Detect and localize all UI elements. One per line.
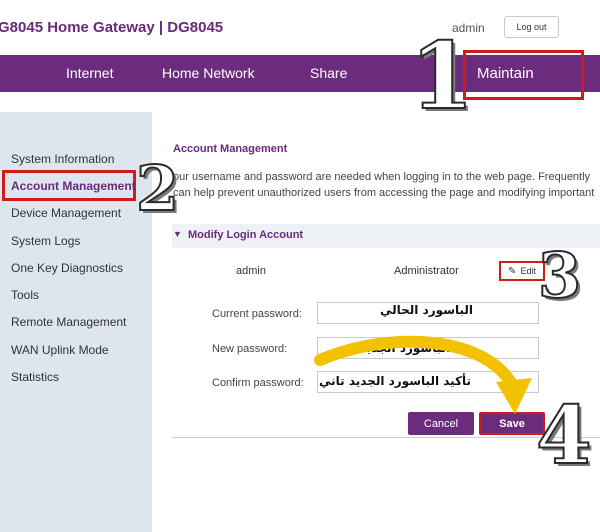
description-line-2: can help prevent unauthorized users from…	[173, 187, 595, 199]
new-password-label: New password:	[212, 343, 288, 355]
sidebar-item-device-management[interactable]: Device Management	[11, 206, 121, 220]
step-1-number: 1	[409, 22, 475, 130]
section-title: Modify Login Account	[188, 229, 304, 241]
sidebar-item-wan-uplink-mode[interactable]: WAN Uplink Mode	[11, 343, 109, 357]
sidebar-item-system-logs[interactable]: System Logs	[11, 234, 80, 248]
step-3-number: 3	[537, 239, 582, 312]
current-password-value: الباسورد الحالي	[380, 303, 474, 317]
account-role: Administrator	[394, 265, 459, 277]
logout-button[interactable]: Log out	[504, 16, 559, 38]
caret-down-icon: ▼	[173, 229, 182, 239]
sidebar-item-account-management[interactable]: Account Management	[11, 179, 136, 193]
edit-icon: ✎	[508, 265, 517, 277]
sidebar-item-tools[interactable]: Tools	[11, 288, 39, 302]
sidebar-item-system-information[interactable]: System Information	[11, 152, 114, 166]
sidebar-item-one-key-diagnostics[interactable]: One Key Diagnostics	[11, 261, 123, 275]
yellow-arrow-icon	[314, 335, 532, 414]
nav-share[interactable]: Share	[310, 65, 347, 81]
nav-maintain[interactable]: Maintain	[477, 65, 534, 82]
confirm-password-label: Confirm password:	[212, 377, 304, 389]
nav-internet[interactable]: Internet	[66, 65, 113, 81]
nav-home-network[interactable]: Home Network	[162, 65, 255, 81]
current-password-label: Current password:	[212, 308, 302, 320]
app-title: G8045 Home Gateway | DG8045	[0, 19, 224, 36]
page-title: Account Management	[173, 143, 288, 155]
step-2-number: 2	[135, 152, 180, 225]
step-4-number: 4	[535, 388, 593, 482]
sidebar-item-statistics[interactable]: Statistics	[11, 370, 59, 384]
account-username: admin	[236, 265, 266, 277]
sidebar-item-remote-management[interactable]: Remote Management	[11, 315, 126, 329]
description-line-1: our username and password are needed whe…	[173, 171, 591, 183]
edit-label: Edit	[520, 266, 536, 276]
